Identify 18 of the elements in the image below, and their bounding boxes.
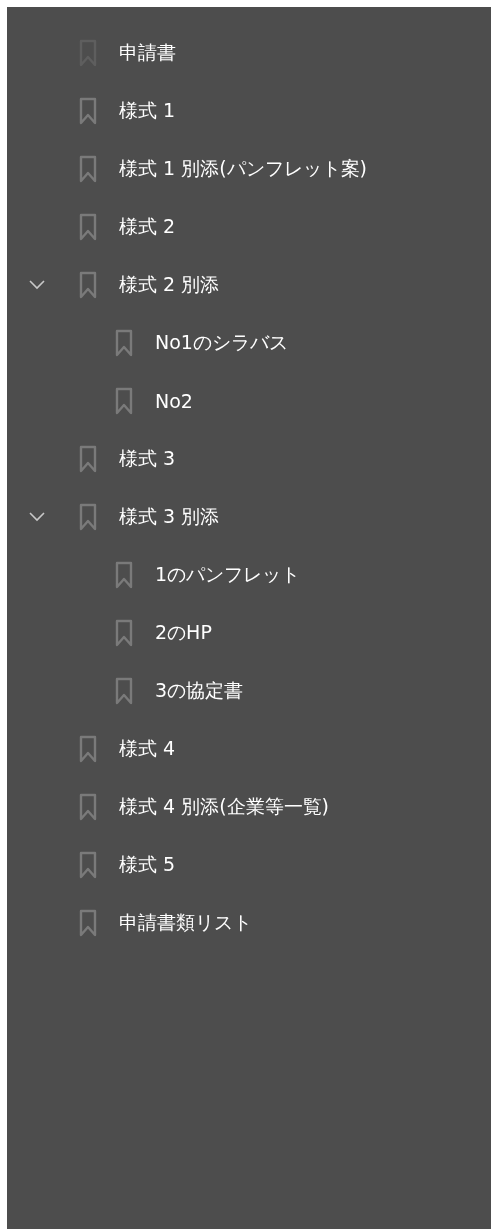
chevron-icon[interactable] (29, 280, 45, 290)
bookmark-label[interactable]: 様式 5 (119, 852, 176, 878)
bookmark-label[interactable]: No2 (155, 390, 193, 412)
bookmark-label[interactable]: No1のシラバス (155, 330, 288, 356)
bookmark-label[interactable]: 様式 3 別添 (119, 504, 220, 530)
bookmark-label[interactable]: 様式 4 別添(企業等一覧) (119, 794, 329, 820)
bookmark-label[interactable]: 申請書 (119, 40, 176, 66)
bookmark-label[interactable]: 申請書類リスト (119, 910, 252, 936)
bookmark-label[interactable]: 様式 1 (119, 98, 176, 124)
bookmark-label[interactable]: 様式 1 別添(パンフレット案) (119, 156, 367, 182)
bookmark-label[interactable]: 様式 2 別添 (119, 272, 220, 298)
bookmark-label[interactable]: 様式 2 (119, 214, 176, 240)
bookmark-label[interactable]: 様式 4 (119, 736, 176, 762)
bookmark-label[interactable]: 1のパンフレット (155, 562, 301, 588)
bookmark-label[interactable]: 3の協定書 (155, 678, 244, 704)
chevron-icon[interactable] (29, 512, 45, 522)
bookmark-label[interactable]: 様式 3 (119, 446, 176, 472)
bookmark-label[interactable]: 2のHP (155, 620, 212, 646)
